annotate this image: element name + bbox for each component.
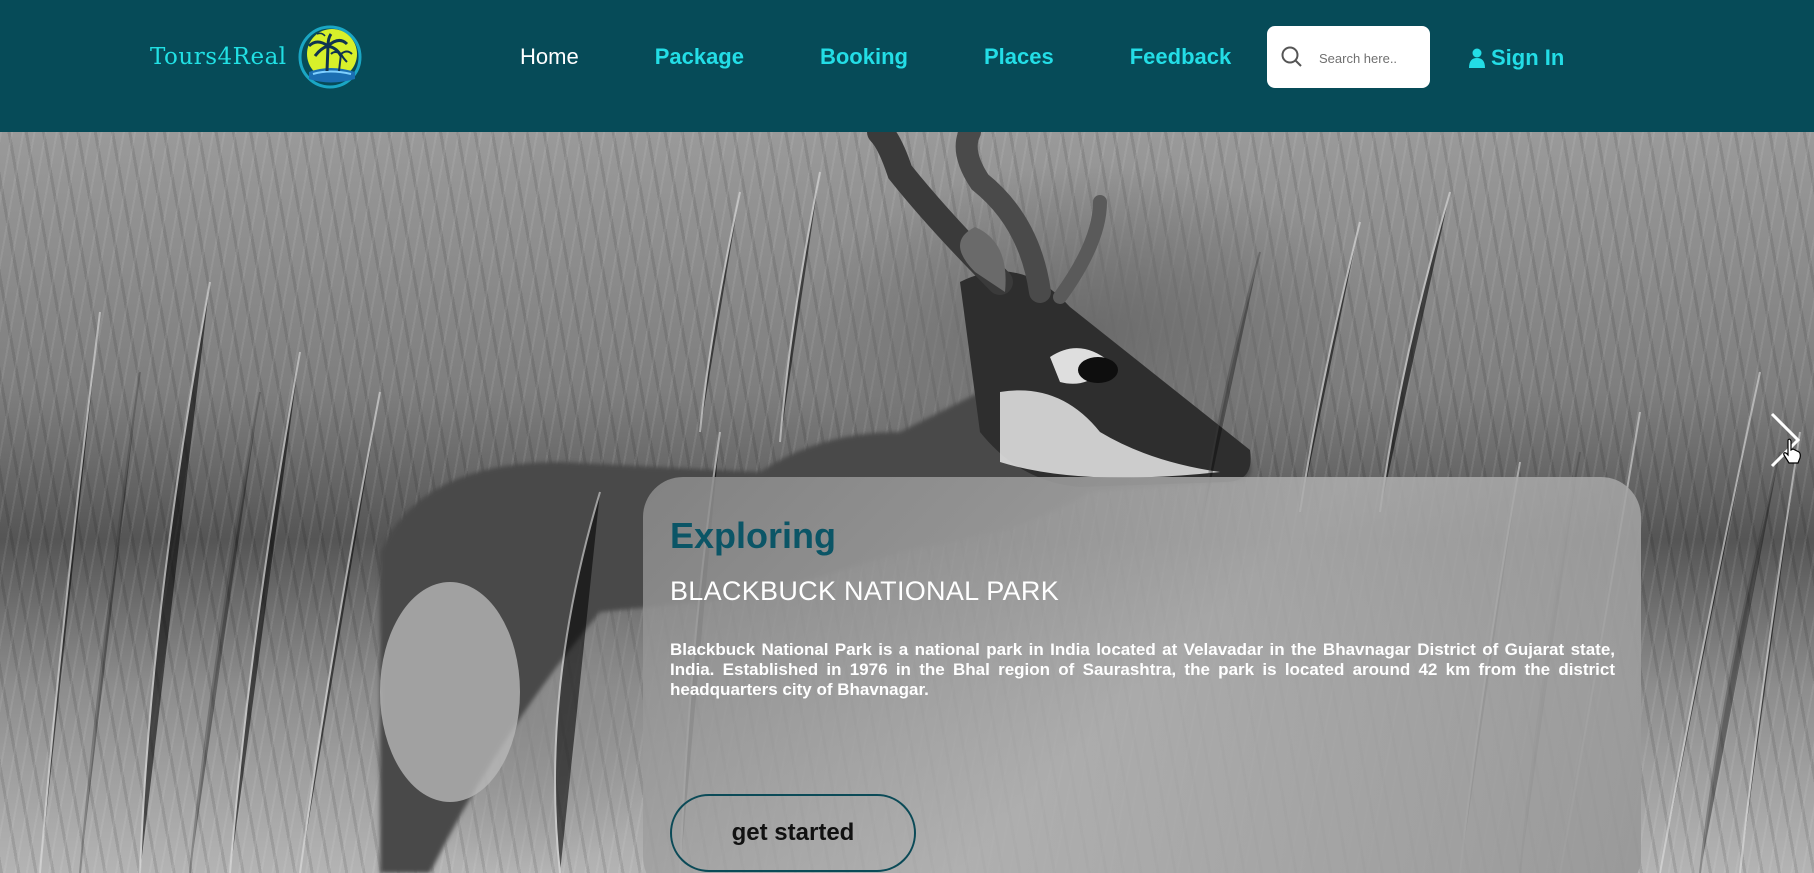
brand-name: Tours4Real — [150, 44, 287, 70]
search-icon[interactable] — [1281, 46, 1303, 68]
hero-kicker: Exploring — [670, 515, 837, 556]
nav-home[interactable]: Home — [520, 44, 579, 70]
hero-description: Blackbuck National Park is a national pa… — [670, 640, 1615, 699]
signin-link[interactable]: Sign In — [1469, 45, 1564, 71]
brand[interactable]: Tours4Real — [150, 22, 365, 92]
signin-label: Sign In — [1491, 45, 1565, 70]
main-nav: Home Package Booking Places Feedback — [520, 44, 1307, 70]
search-input[interactable] — [1317, 42, 1425, 74]
nav-package[interactable]: Package — [655, 44, 744, 70]
navbar: Tours4Real Home Package Booking Places F… — [0, 0, 1814, 132]
hand-cursor-icon — [1783, 438, 1801, 464]
user-icon — [1469, 48, 1485, 68]
hero-title: BLACKBUCK NATIONAL PARK — [670, 576, 1059, 606]
search-box — [1267, 26, 1430, 88]
get-started-button[interactable]: get started — [670, 794, 916, 872]
palm-sun-logo-icon — [298, 25, 362, 89]
hero-section: Exploring BLACKBUCK NATIONAL PARK Blackb… — [0, 132, 1814, 873]
nav-places[interactable]: Places — [984, 44, 1054, 70]
hero-card: Exploring BLACKBUCK NATIONAL PARK Blackb… — [643, 477, 1641, 873]
nav-feedback[interactable]: Feedback — [1130, 44, 1232, 70]
nav-booking[interactable]: Booking — [820, 44, 908, 70]
